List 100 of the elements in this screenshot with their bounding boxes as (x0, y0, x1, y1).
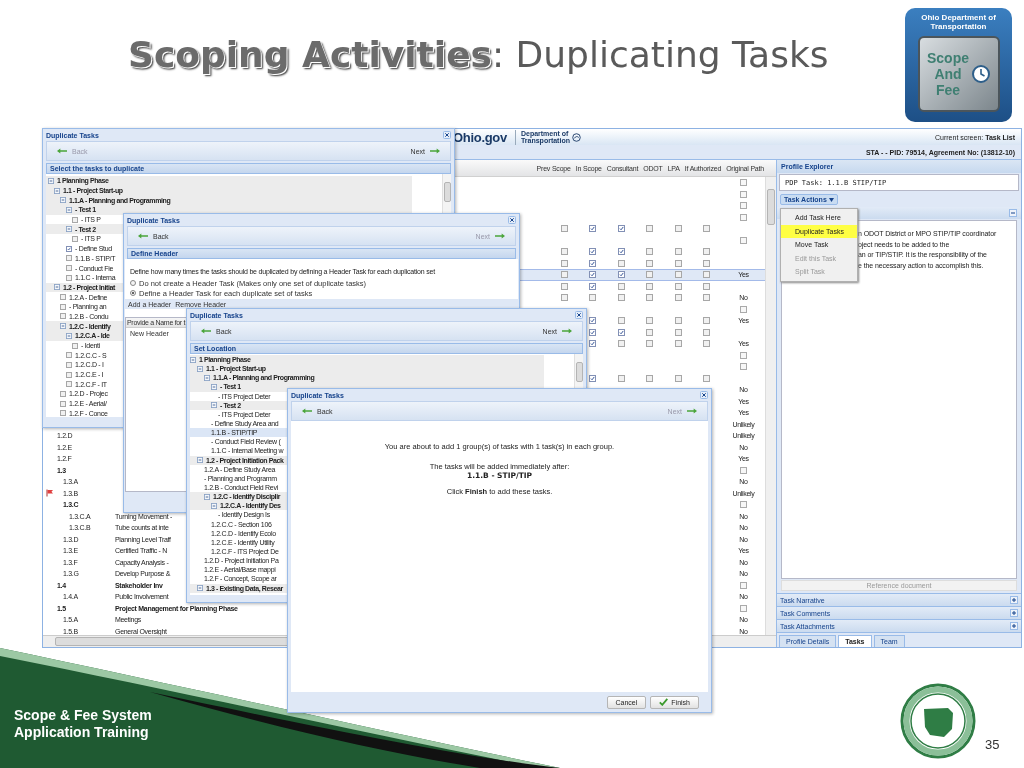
checkbox[interactable] (72, 216, 78, 223)
collapse-icon[interactable] (190, 356, 196, 363)
close-icon[interactable] (575, 311, 583, 319)
path-icon[interactable] (740, 190, 747, 198)
checkbox[interactable] (66, 361, 72, 368)
checkbox[interactable] (674, 374, 682, 382)
checkbox[interactable] (617, 248, 625, 256)
collapse-icon[interactable] (204, 374, 210, 381)
checkbox[interactable] (60, 400, 66, 407)
checkbox[interactable] (560, 294, 568, 302)
checkbox[interactable] (674, 317, 682, 325)
collapse-icon[interactable] (54, 187, 60, 194)
checkbox[interactable] (646, 259, 654, 267)
checkbox[interactable] (72, 235, 78, 242)
checkbox[interactable] (589, 328, 597, 336)
checkbox[interactable] (674, 340, 682, 348)
checkbox[interactable] (703, 328, 711, 336)
path-icon[interactable] (740, 351, 747, 359)
close-icon[interactable] (508, 216, 516, 224)
checkbox[interactable] (703, 271, 711, 279)
checkbox[interactable] (617, 317, 625, 325)
checkbox[interactable] (60, 294, 66, 301)
path-icon[interactable] (740, 466, 747, 474)
checkbox[interactable] (66, 245, 72, 252)
checkbox[interactable] (703, 225, 711, 233)
scrollbar[interactable] (765, 177, 776, 635)
path-icon[interactable] (740, 202, 747, 210)
expand-icon[interactable] (1010, 622, 1018, 630)
checkbox[interactable] (617, 374, 625, 382)
checkbox[interactable] (674, 328, 682, 336)
checkbox[interactable] (589, 374, 597, 382)
checkbox[interactable] (60, 410, 66, 417)
path-icon[interactable] (740, 581, 747, 589)
collapse-icon[interactable] (66, 226, 72, 233)
checkbox[interactable] (589, 317, 597, 325)
checkbox[interactable] (674, 259, 682, 267)
checkbox[interactable] (60, 390, 66, 397)
path-icon[interactable] (740, 236, 747, 244)
path-icon[interactable] (740, 604, 747, 612)
checkbox[interactable] (703, 248, 711, 256)
expand-icon[interactable] (1010, 596, 1018, 604)
checkbox[interactable] (60, 303, 66, 310)
checkbox[interactable] (646, 271, 654, 279)
checkbox[interactable] (589, 294, 597, 302)
collapse-icon[interactable] (204, 493, 210, 500)
checkbox[interactable] (703, 282, 711, 290)
checkbox[interactable] (674, 271, 682, 279)
checkbox[interactable] (617, 294, 625, 302)
checkbox[interactable] (589, 248, 597, 256)
checkbox[interactable] (646, 328, 654, 336)
checkbox[interactable] (560, 271, 568, 279)
checkbox[interactable] (674, 248, 682, 256)
checkbox[interactable] (646, 225, 654, 233)
checkbox[interactable] (589, 282, 597, 290)
checkbox[interactable] (617, 259, 625, 267)
checkbox[interactable] (703, 340, 711, 348)
checkbox[interactable] (646, 374, 654, 382)
checkbox[interactable] (66, 381, 72, 388)
expand-icon[interactable] (1010, 609, 1018, 617)
checkbox[interactable] (646, 248, 654, 256)
checkbox[interactable] (66, 274, 72, 281)
collapse-icon[interactable] (66, 206, 72, 213)
checkbox[interactable] (60, 313, 66, 320)
checkbox[interactable] (617, 340, 625, 348)
checkbox[interactable] (646, 340, 654, 348)
collapse-icon[interactable] (48, 177, 54, 184)
checkbox[interactable] (703, 317, 711, 325)
path-icon[interactable] (740, 179, 747, 187)
checkbox[interactable] (589, 259, 597, 267)
checkbox[interactable] (72, 342, 78, 349)
site-logo-text[interactable]: Ohio.gov (453, 129, 507, 145)
checkbox[interactable] (560, 225, 568, 233)
collapse-icon[interactable] (60, 323, 66, 330)
collapse-icon[interactable] (211, 402, 217, 409)
close-icon[interactable] (700, 391, 708, 399)
collapse-icon[interactable] (66, 332, 72, 339)
collapse-icon[interactable] (197, 365, 203, 372)
radio-button[interactable] (130, 280, 136, 286)
checkbox[interactable] (560, 282, 568, 290)
checkbox[interactable] (66, 265, 72, 272)
checkbox[interactable] (560, 259, 568, 267)
checkbox[interactable] (674, 225, 682, 233)
collapse-icon[interactable] (211, 384, 217, 390)
checkbox[interactable] (674, 294, 682, 302)
collapse-icon[interactable] (197, 585, 203, 592)
checkbox[interactable] (66, 255, 72, 262)
checkbox[interactable] (674, 282, 682, 290)
collapse-icon[interactable] (1009, 209, 1017, 217)
collapse-icon[interactable] (197, 457, 203, 464)
collapse-icon[interactable] (54, 284, 60, 291)
checkbox[interactable] (589, 340, 597, 348)
checkbox[interactable] (646, 317, 654, 325)
collapse-icon[interactable] (60, 197, 66, 204)
checkbox[interactable] (646, 282, 654, 290)
path-icon[interactable] (740, 213, 747, 221)
checkbox[interactable] (646, 294, 654, 302)
checkbox[interactable] (66, 371, 72, 378)
close-icon[interactable] (443, 131, 451, 139)
radio-button[interactable] (130, 290, 136, 296)
checkbox[interactable] (560, 248, 568, 256)
